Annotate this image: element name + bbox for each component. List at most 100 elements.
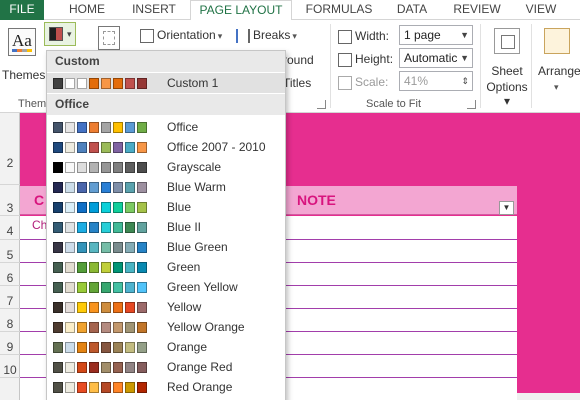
height-select[interactable]: Automatic ▼ bbox=[399, 48, 473, 68]
color-scheme-blue-warm[interactable]: Blue Warm bbox=[47, 177, 285, 197]
color-swatch bbox=[137, 222, 147, 233]
row-header-3[interactable]: 3 bbox=[0, 186, 20, 216]
colors-icon bbox=[49, 27, 63, 41]
orientation-button[interactable]: Orientation ▾ bbox=[140, 26, 222, 44]
color-swatch bbox=[53, 222, 63, 233]
color-swatch bbox=[137, 142, 147, 153]
color-swatches bbox=[53, 302, 147, 313]
color-swatch bbox=[65, 282, 75, 293]
color-scheme-orange-red[interactable]: Orange Red bbox=[47, 357, 285, 377]
width-select[interactable]: 1 page ▼ bbox=[399, 25, 473, 45]
themes-button[interactable]: Aa Themes bbox=[2, 24, 45, 90]
scale-spinner[interactable]: 41% ⇕ bbox=[399, 71, 473, 91]
color-swatch bbox=[101, 382, 111, 393]
color-swatch bbox=[77, 222, 87, 233]
color-scheme-blue[interactable]: Blue bbox=[47, 197, 285, 217]
color-scheme-yellow[interactable]: Yellow bbox=[47, 297, 285, 317]
group-divider bbox=[330, 24, 331, 108]
color-swatch bbox=[89, 202, 99, 213]
color-swatch bbox=[89, 282, 99, 293]
color-swatch bbox=[89, 342, 99, 353]
color-scheme-custom-1[interactable]: Custom 1 bbox=[47, 73, 285, 93]
color-swatch bbox=[65, 78, 75, 89]
color-swatch bbox=[53, 142, 63, 153]
color-swatch bbox=[113, 302, 123, 313]
color-swatch bbox=[65, 382, 75, 393]
color-swatch bbox=[101, 202, 111, 213]
color-swatch bbox=[77, 362, 87, 373]
color-swatch bbox=[125, 322, 135, 333]
page-setup-launcher-icon[interactable] bbox=[317, 100, 326, 109]
color-scheme-label: Red Orange bbox=[167, 380, 233, 394]
color-scheme-red-orange[interactable]: Red Orange bbox=[47, 377, 285, 397]
print-titles-button[interactable]: Titles bbox=[283, 76, 311, 90]
row-header-4[interactable]: 4 bbox=[0, 216, 20, 240]
color-swatches bbox=[53, 162, 147, 173]
color-swatch bbox=[89, 362, 99, 373]
header-cell-note[interactable]: NOTE bbox=[297, 192, 336, 208]
color-swatch bbox=[101, 362, 111, 373]
color-scheme-yellow-orange[interactable]: Yellow Orange bbox=[47, 317, 285, 337]
color-scheme-office-2007-2010[interactable]: Office 2007 - 2010 bbox=[47, 137, 285, 157]
color-swatch bbox=[65, 242, 75, 253]
row-header-9[interactable]: 9 bbox=[0, 332, 20, 355]
color-swatch bbox=[125, 222, 135, 233]
color-swatch bbox=[77, 302, 87, 313]
excel-window: FILE HOME INSERT PAGE LAYOUT FORMULAS DA… bbox=[0, 0, 580, 400]
header-cell-c[interactable]: C bbox=[34, 192, 44, 208]
color-swatch bbox=[77, 78, 87, 89]
sheet-options-label-2: Options ▾ bbox=[486, 80, 528, 108]
section-header-custom: Custom bbox=[47, 51, 285, 72]
horizontal-scrollbar[interactable] bbox=[517, 393, 580, 400]
row-header-2[interactable]: 2 bbox=[0, 113, 20, 185]
color-swatch bbox=[89, 262, 99, 273]
color-scheme-blue-ii[interactable]: Blue II bbox=[47, 217, 285, 237]
color-swatch bbox=[53, 322, 63, 333]
row-header-10[interactable]: 10 bbox=[0, 355, 20, 378]
tab-insert[interactable]: INSERT bbox=[122, 0, 186, 20]
tab-data[interactable]: DATA bbox=[388, 0, 436, 20]
color-swatch bbox=[101, 242, 111, 253]
theme-colors-button[interactable]: ▾ bbox=[44, 22, 76, 46]
color-scheme-grayscale[interactable]: Grayscale bbox=[47, 157, 285, 177]
arrange-icon bbox=[544, 28, 570, 54]
section-header-office: Office bbox=[47, 94, 285, 115]
row-header-7[interactable]: 7 bbox=[0, 286, 20, 309]
row-header-8[interactable]: 8 bbox=[0, 309, 20, 332]
chevron-down-icon: ▾ bbox=[217, 31, 223, 41]
tab-view[interactable]: VIEW bbox=[518, 0, 564, 20]
margins-icon[interactable] bbox=[98, 26, 120, 50]
orientation-label: Orientation bbox=[157, 28, 216, 42]
color-scheme-green[interactable]: Green bbox=[47, 257, 285, 277]
background-button[interactable]: round bbox=[283, 53, 314, 67]
tab-formulas[interactable]: FORMULAS bbox=[298, 0, 380, 20]
color-scheme-blue-green[interactable]: Blue Green bbox=[47, 237, 285, 257]
filter-dropdown-icon[interactable]: ▼ bbox=[499, 201, 514, 215]
color-swatch bbox=[101, 78, 111, 89]
width-value: 1 page bbox=[404, 28, 441, 42]
color-swatch bbox=[89, 382, 99, 393]
tab-review[interactable]: REVIEW bbox=[446, 0, 508, 20]
color-swatch bbox=[77, 322, 87, 333]
color-scheme-green-yellow[interactable]: Green Yellow bbox=[47, 277, 285, 297]
sheet-options-button[interactable]: Sheet Options ▾ bbox=[486, 24, 528, 108]
color-scheme-label: Yellow bbox=[167, 300, 202, 314]
color-swatch bbox=[89, 302, 99, 313]
color-scheme-office[interactable]: Office bbox=[47, 117, 285, 137]
row-header-5[interactable]: 5 bbox=[0, 240, 20, 263]
scale-launcher-icon[interactable] bbox=[467, 100, 476, 109]
width-label-text: Width: bbox=[355, 29, 390, 43]
color-scheme-label: Custom 1 bbox=[167, 76, 219, 90]
chevron-down-icon: ▾ bbox=[554, 82, 559, 92]
tab-page-layout[interactable]: PAGE LAYOUT bbox=[190, 0, 292, 21]
arrange-button[interactable]: Arrange ▾ bbox=[536, 24, 580, 108]
tab-file[interactable]: FILE bbox=[0, 0, 44, 20]
color-scheme-orange[interactable]: Orange bbox=[47, 337, 285, 357]
color-swatches bbox=[53, 202, 147, 213]
color-swatch bbox=[101, 122, 111, 133]
color-swatch bbox=[137, 182, 147, 193]
row-header-6[interactable]: 6 bbox=[0, 263, 20, 286]
breaks-button[interactable]: Breaks ▾ bbox=[236, 26, 297, 44]
color-swatch bbox=[113, 282, 123, 293]
tab-home[interactable]: HOME bbox=[58, 0, 116, 20]
